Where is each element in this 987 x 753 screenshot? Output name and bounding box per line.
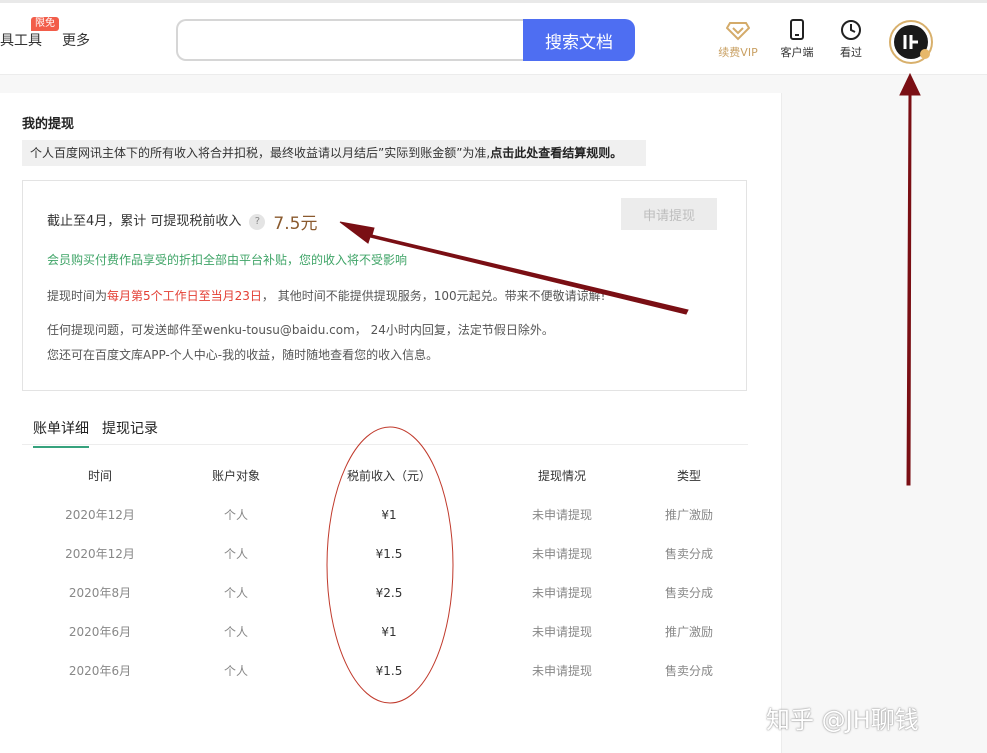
table-cell-time: 2020年12月 [65, 547, 135, 561]
table-cell-time: 2020年6月 [68, 664, 132, 678]
watermark: 知乎 @JH聊钱 [766, 706, 919, 734]
withdraw-time-info: 提现时间为每月第5个工作日至当月23日， 其他时间不能提供提现服务，100元起兑… [47, 287, 605, 304]
vip-button[interactable]: 续费VIP [708, 19, 768, 60]
table-row: 2020年8月 个人 ¥2.5 未申请提现 售卖分成 [22, 574, 748, 613]
table-cell-type: 售卖分成 [664, 586, 713, 600]
table-cell-type: 推广激励 [664, 625, 713, 639]
column-header: 提现情况 [537, 469, 586, 483]
apply-withdraw-button[interactable]: 申请提现 [621, 198, 717, 230]
withdraw-time-prefix: 提现时间为 [47, 289, 108, 303]
table-cell-account: 个人 [223, 664, 248, 678]
table-cell-income: ¥2.5 [375, 586, 403, 600]
withdraw-panel: 我的提现 个人百度网讯主体下的所有收入将合并扣税，最终收益请以月结后”实际到账金… [0, 93, 782, 753]
vip-label: 续费VIP [718, 46, 758, 59]
column-header: 账户对象 [211, 469, 260, 483]
table-row: 2020年6月 个人 ¥1 未申请提现 推广激励 [22, 613, 748, 652]
clock-icon [821, 19, 881, 41]
app-info: 您还可在百度文库APP-个人中心-我的收益，随时随地查看您的收入信息。 [47, 348, 439, 362]
table-cell-account: 个人 [223, 547, 248, 561]
table-cell-income: ¥1.5 [375, 664, 403, 678]
member-discount-note: 会员购买付费作品享受的折扣全部由平台补贴，您的收入将不受影响 [47, 253, 408, 267]
table-cell-income: ¥1 [381, 625, 397, 639]
nav-more-link[interactable]: 更多 [62, 30, 90, 50]
phone-icon [767, 19, 827, 41]
table-row: 2020年6月 个人 ¥1.5 未申请提现 售卖分成 [22, 652, 748, 691]
top-header: 具工具 限免 更多 搜索文档 续费VIP 客户端 看过 [0, 3, 987, 75]
search-button[interactable]: 搜索文档 [523, 19, 635, 61]
withdraw-time-suffix: ， 其他时间不能提供提现服务，100元起兑。带来不便敬请谅解! [261, 289, 606, 303]
notice-text: 个人百度网讯主体下的所有收入将合并扣税，最终收益请以月结后”实际到账金额”为准, [30, 146, 491, 160]
settlement-rules-link[interactable]: 点击此处查看结算规则。 [490, 146, 622, 160]
table-cell-status: 未申请提现 [531, 664, 592, 678]
table-cell-type: 售卖分成 [664, 547, 713, 561]
client-button[interactable]: 客户端 [767, 19, 827, 60]
income-label: 截止至4月，累计 可提现税前收入 [47, 214, 242, 229]
annotation-arrow-avatar [899, 72, 921, 486]
table-cell-status: 未申请提现 [531, 508, 592, 522]
table-cell-time: 2020年6月 [68, 625, 132, 639]
withdraw-time-window: 每月第5个工作日至当月23日 [107, 289, 262, 303]
table-cell-status: 未申请提现 [531, 547, 592, 561]
income-summary: 截止至4月，累计 可提现税前收入? 7.5元 申请提现 会员购买付费作品享受的折扣… [22, 180, 747, 391]
free-badge: 限免 [31, 17, 59, 31]
table-cell-type: 推广激励 [664, 508, 713, 522]
table-row: 2020年12月 个人 ¥1 未申请提现 推广激励 [22, 496, 748, 535]
client-label: 客户端 [780, 46, 814, 59]
table-cell-type: 售卖分成 [664, 664, 713, 678]
table-cell-account: 个人 [223, 625, 248, 639]
record-tabs: 账单详细 提现记录 [22, 405, 748, 448]
page-title: 我的提现 [22, 117, 75, 132]
table-row: 2020年12月 个人 ¥1.5 未申请提现 售卖分成 [22, 535, 748, 574]
diamond-vip-icon [708, 19, 768, 41]
column-header: 类型 [676, 469, 701, 483]
table-cell-income: ¥1.5 [375, 547, 403, 561]
history-label: 看过 [840, 46, 862, 59]
history-button[interactable]: 看过 [821, 19, 881, 60]
tab-bill-details[interactable]: 账单详细 [33, 418, 89, 448]
income-amount: 7.5元 [273, 214, 318, 234]
table-cell-account: 个人 [223, 508, 248, 522]
contact-info: 任何提现问题，可发送邮件至wenku-tousu@baidu.com， 24小时… [47, 323, 554, 337]
table-cell-time: 2020年8月 [68, 586, 132, 600]
table-header-row: 时间 账户对象 税前收入（元） 提现情况 类型 [22, 457, 748, 496]
search-input[interactable] [178, 21, 526, 59]
avatar-icon [894, 25, 930, 59]
nav-tools-link[interactable]: 具工具 [0, 30, 42, 50]
table-cell-status: 未申请提现 [531, 625, 592, 639]
column-header: 税前收入（元） [346, 469, 431, 483]
table-cell-status: 未申请提现 [531, 586, 592, 600]
help-icon[interactable]: ? [249, 213, 266, 230]
avatar[interactable] [889, 20, 933, 64]
income-summary-line: 截止至4月，累计 可提现税前收入? 7.5元 [47, 209, 317, 234]
tab-withdraw-records[interactable]: 提现记录 [102, 418, 158, 446]
search-box [176, 19, 526, 61]
tax-notice: 个人百度网讯主体下的所有收入将合并扣税，最终收益请以月结后”实际到账金额”为准,… [22, 140, 646, 166]
table-cell-account: 个人 [223, 586, 248, 600]
table-cell-time: 2020年12月 [65, 508, 135, 522]
column-header: 时间 [87, 469, 112, 483]
table-cell-income: ¥1 [381, 508, 397, 522]
